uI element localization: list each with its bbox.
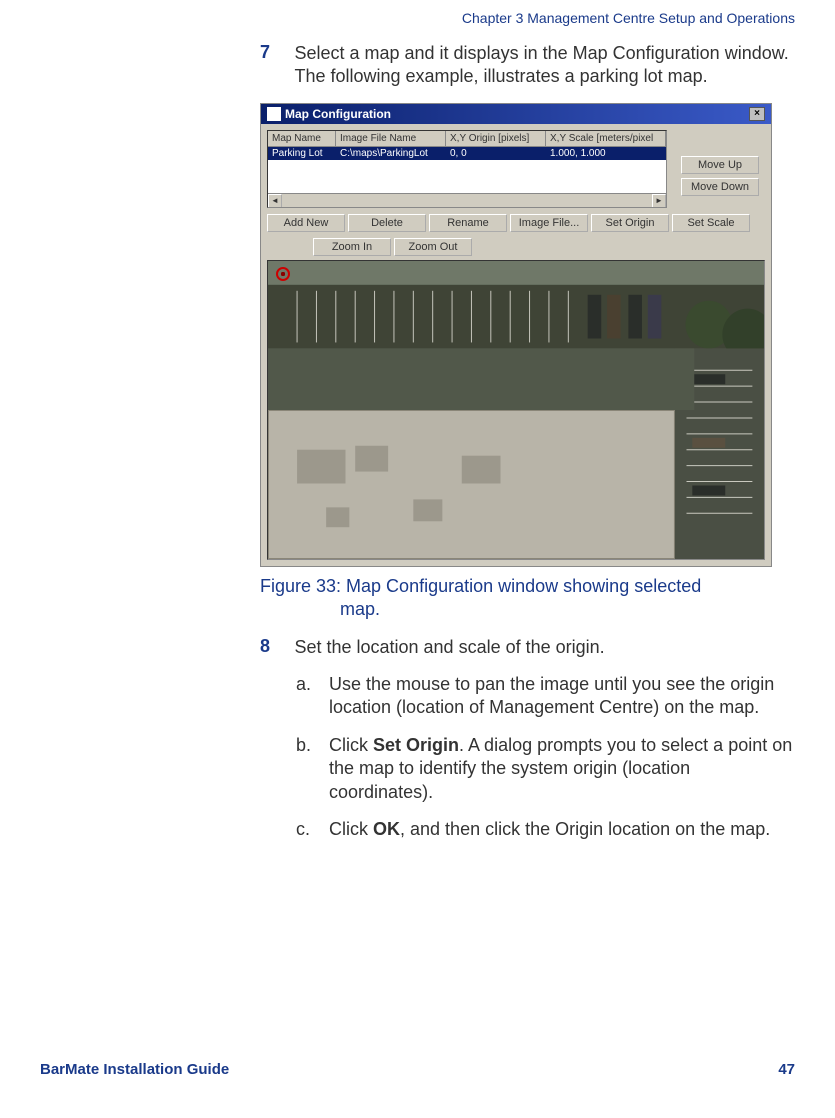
substep-c-marker: c. xyxy=(296,818,324,841)
set-scale-button[interactable]: Set Scale xyxy=(672,214,750,232)
header-origin[interactable]: X,Y Origin [pixels] xyxy=(446,131,546,146)
substep-a: a. Use the mouse to pan the image until … xyxy=(296,673,795,720)
substep-a-marker: a. xyxy=(296,673,324,696)
horizontal-scrollbar[interactable]: ◄ ► xyxy=(268,193,666,207)
page-footer: BarMate Installation Guide 47 xyxy=(40,1061,795,1078)
substep-c-text: Click OK, and then click the Origin loca… xyxy=(329,818,794,841)
rename-button[interactable]: Rename xyxy=(429,214,507,232)
list-row-selected[interactable]: Parking Lot C:\maps\ParkingLot 0, 0 1.00… xyxy=(268,147,666,160)
step-8-text: Set the location and scale of the origin… xyxy=(294,636,793,659)
substep-b: b. Click Set Origin. A dialog prompts yo… xyxy=(296,734,795,804)
step-7-number: 7 xyxy=(260,42,290,63)
step-7-text: Select a map and it displays in the Map … xyxy=(294,42,793,89)
chapter-header: Chapter 3 Management Centre Setup and Op… xyxy=(40,10,795,26)
delete-button[interactable]: Delete xyxy=(348,214,426,232)
window-titlebar: Map Configuration × xyxy=(261,104,771,124)
figure-caption-line2: map. xyxy=(260,598,795,621)
figure-caption: Figure 33: Map Configuration window show… xyxy=(260,575,795,622)
header-scale[interactable]: X,Y Scale [meters/pixel xyxy=(546,131,666,146)
list-headers: Map Name Image File Name X,Y Origin [pix… xyxy=(268,131,666,147)
scroll-left-button[interactable]: ◄ xyxy=(268,194,282,208)
substep-b-text: Click Set Origin. A dialog prompts you t… xyxy=(329,734,794,804)
move-up-button[interactable]: Move Up xyxy=(681,156,759,174)
map-viewport[interactable] xyxy=(267,260,765,560)
zoom-out-button[interactable]: Zoom Out xyxy=(394,238,472,256)
figure-caption-line1: Figure 33: Map Configuration window show… xyxy=(260,576,701,596)
map-listbox[interactable]: Map Name Image File Name X,Y Origin [pix… xyxy=(267,130,667,208)
origin-marker-icon xyxy=(276,267,290,281)
map-config-screenshot: Map Configuration × Move Up Move Down Ma… xyxy=(260,103,772,567)
close-button[interactable]: × xyxy=(749,107,765,121)
toolbar-row: Add New Delete Rename Image File... Set … xyxy=(267,214,765,232)
footer-title: BarMate Installation Guide xyxy=(40,1061,229,1078)
cell-scale: 1.000, 1.000 xyxy=(546,147,666,160)
substep-b-marker: b. xyxy=(296,734,324,757)
step-7: 7 Select a map and it displays in the Ma… xyxy=(260,42,795,89)
window-icon xyxy=(267,107,281,121)
zoom-row: Zoom In Zoom Out xyxy=(313,238,765,256)
set-origin-button[interactable]: Set Origin xyxy=(591,214,669,232)
image-file-button[interactable]: Image File... xyxy=(510,214,588,232)
cell-origin: 0, 0 xyxy=(446,147,546,160)
cell-map-name: Parking Lot xyxy=(268,147,336,160)
step-8: 8 Set the location and scale of the orig… xyxy=(260,636,795,659)
header-image-file[interactable]: Image File Name xyxy=(336,131,446,146)
header-map-name[interactable]: Map Name xyxy=(268,131,336,146)
page-number: 47 xyxy=(778,1061,795,1078)
add-new-button[interactable]: Add New xyxy=(267,214,345,232)
aerial-map-image xyxy=(268,261,764,559)
move-down-button[interactable]: Move Down xyxy=(681,178,759,196)
window-title: Map Configuration xyxy=(285,107,391,121)
substep-c: c. Click OK, and then click the Origin l… xyxy=(296,818,795,841)
cell-image-file: C:\maps\ParkingLot xyxy=(336,147,446,160)
substep-a-text: Use the mouse to pan the image until you… xyxy=(329,673,794,720)
zoom-in-button[interactable]: Zoom In xyxy=(313,238,391,256)
scroll-right-button[interactable]: ► xyxy=(652,194,666,208)
step-8-number: 8 xyxy=(260,636,290,657)
